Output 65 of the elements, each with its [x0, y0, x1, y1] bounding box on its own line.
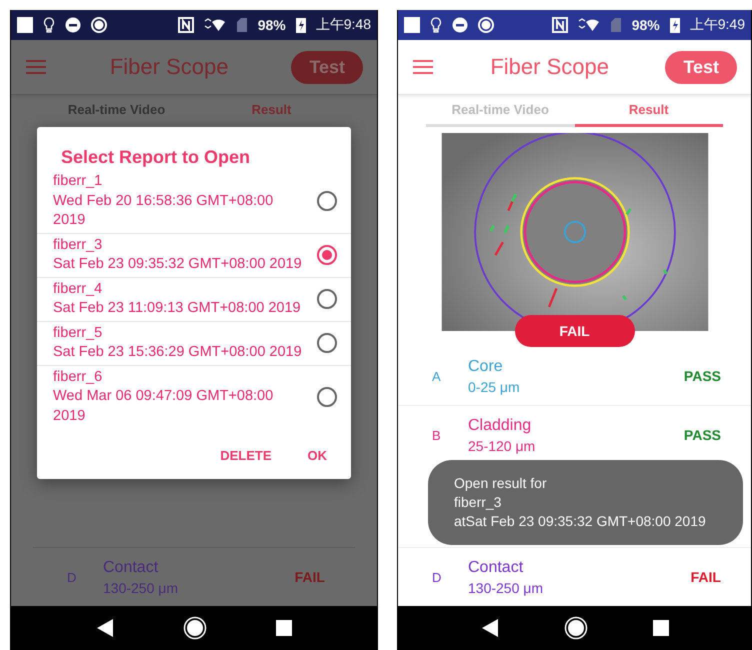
back-icon — [480, 618, 498, 638]
zone-letter: D — [432, 570, 442, 584]
dialog-title: Select Report to Open — [60, 146, 252, 169]
wifi-icon — [204, 17, 226, 33]
lightbulb-icon — [430, 17, 442, 33]
zone-name: Contact — [103, 558, 158, 576]
battery-percent: 98% — [258, 17, 286, 33]
clock-time: 上午9:48 — [316, 16, 371, 34]
radio-button[interactable] — [317, 289, 337, 309]
battery-charging-icon — [296, 17, 306, 33]
dialog-button[interactable]: OK — [298, 442, 337, 469]
battery-percent: 98% — [632, 17, 660, 33]
recents-icon — [652, 620, 668, 636]
nfc-icon — [552, 17, 568, 33]
wifi-icon — [578, 17, 600, 33]
home-icon — [564, 616, 588, 640]
lightbulb-icon — [43, 17, 55, 33]
dialog-button[interactable]: DELETE — [210, 442, 282, 469]
zone-name: Cladding — [468, 416, 532, 434]
zone-range: 25-120 μm — [468, 438, 536, 454]
zone-name: Contact — [468, 558, 524, 576]
test-button[interactable]: Test — [291, 50, 363, 84]
report-option[interactable]: fiberr_5 Sat Feb 23 15:36:29 GMT+08:00 2019 — [37, 322, 351, 366]
battery-charging-icon — [670, 17, 680, 33]
square-icon — [404, 17, 420, 33]
menu-icon — [412, 59, 434, 75]
report-option[interactable]: fiberr_3 Sat Feb 23 09:35:32 GMT+08:00 2019 — [37, 234, 351, 278]
zone-letter: A — [432, 368, 442, 384]
report-option[interactable]: fiberr_6 Wed Mar 06 09:47:09 GMT+08:00 2019 — [37, 366, 351, 428]
zone-range: 130-250 μm — [468, 580, 543, 596]
record-icon — [91, 17, 107, 33]
zone-result: FAIL — [294, 569, 325, 585]
minus-circle-icon — [65, 17, 81, 33]
zone-letter: D — [67, 570, 78, 584]
overall-result: FAIL — [514, 315, 634, 347]
report-option[interactable]: fiberr_1 Wed Feb 20 16:58:36 GMT+08:00 2019 — [37, 170, 351, 234]
recents-icon — [276, 620, 292, 636]
menu-icon — [25, 59, 47, 75]
tab[interactable]: Result — [574, 95, 723, 127]
radio-button[interactable] — [317, 386, 337, 407]
app-title: Fiber Scope — [108, 54, 230, 80]
zone-range: 0-25 μm — [468, 378, 520, 394]
test-button[interactable]: Test — [665, 50, 737, 84]
radio-button[interactable] — [317, 245, 337, 265]
no-sim-icon — [236, 17, 248, 33]
zone-result: PASS — [684, 368, 721, 384]
radio-button[interactable] — [317, 333, 337, 353]
zone-letter: B — [432, 428, 442, 442]
back-icon — [96, 618, 114, 638]
report-option[interactable]: fiberr_4 Sat Feb 23 11:09:13 GMT+08:00 2019 — [37, 278, 351, 322]
record-icon — [478, 17, 494, 33]
app-title: Fiber Scope — [489, 54, 610, 80]
nfc-icon — [178, 17, 194, 33]
square-icon — [17, 17, 33, 33]
zone-result: PASS — [684, 427, 721, 443]
toast-message: Open result for fiberr_3 atSat Feb 23 09:35:32 GMT+08:00 2019 — [428, 460, 743, 545]
no-sim-icon — [610, 17, 622, 33]
minus-circle-icon — [452, 17, 468, 33]
clock-time: 上午9:49 — [690, 16, 745, 34]
zone-range: 130-250 μm — [103, 580, 178, 596]
home-icon — [182, 616, 207, 640]
tab[interactable]: Real-time Video — [39, 95, 194, 127]
zone-name: Core — [468, 358, 503, 376]
zone-result: FAIL — [690, 569, 721, 585]
radio-button[interactable] — [317, 191, 337, 212]
